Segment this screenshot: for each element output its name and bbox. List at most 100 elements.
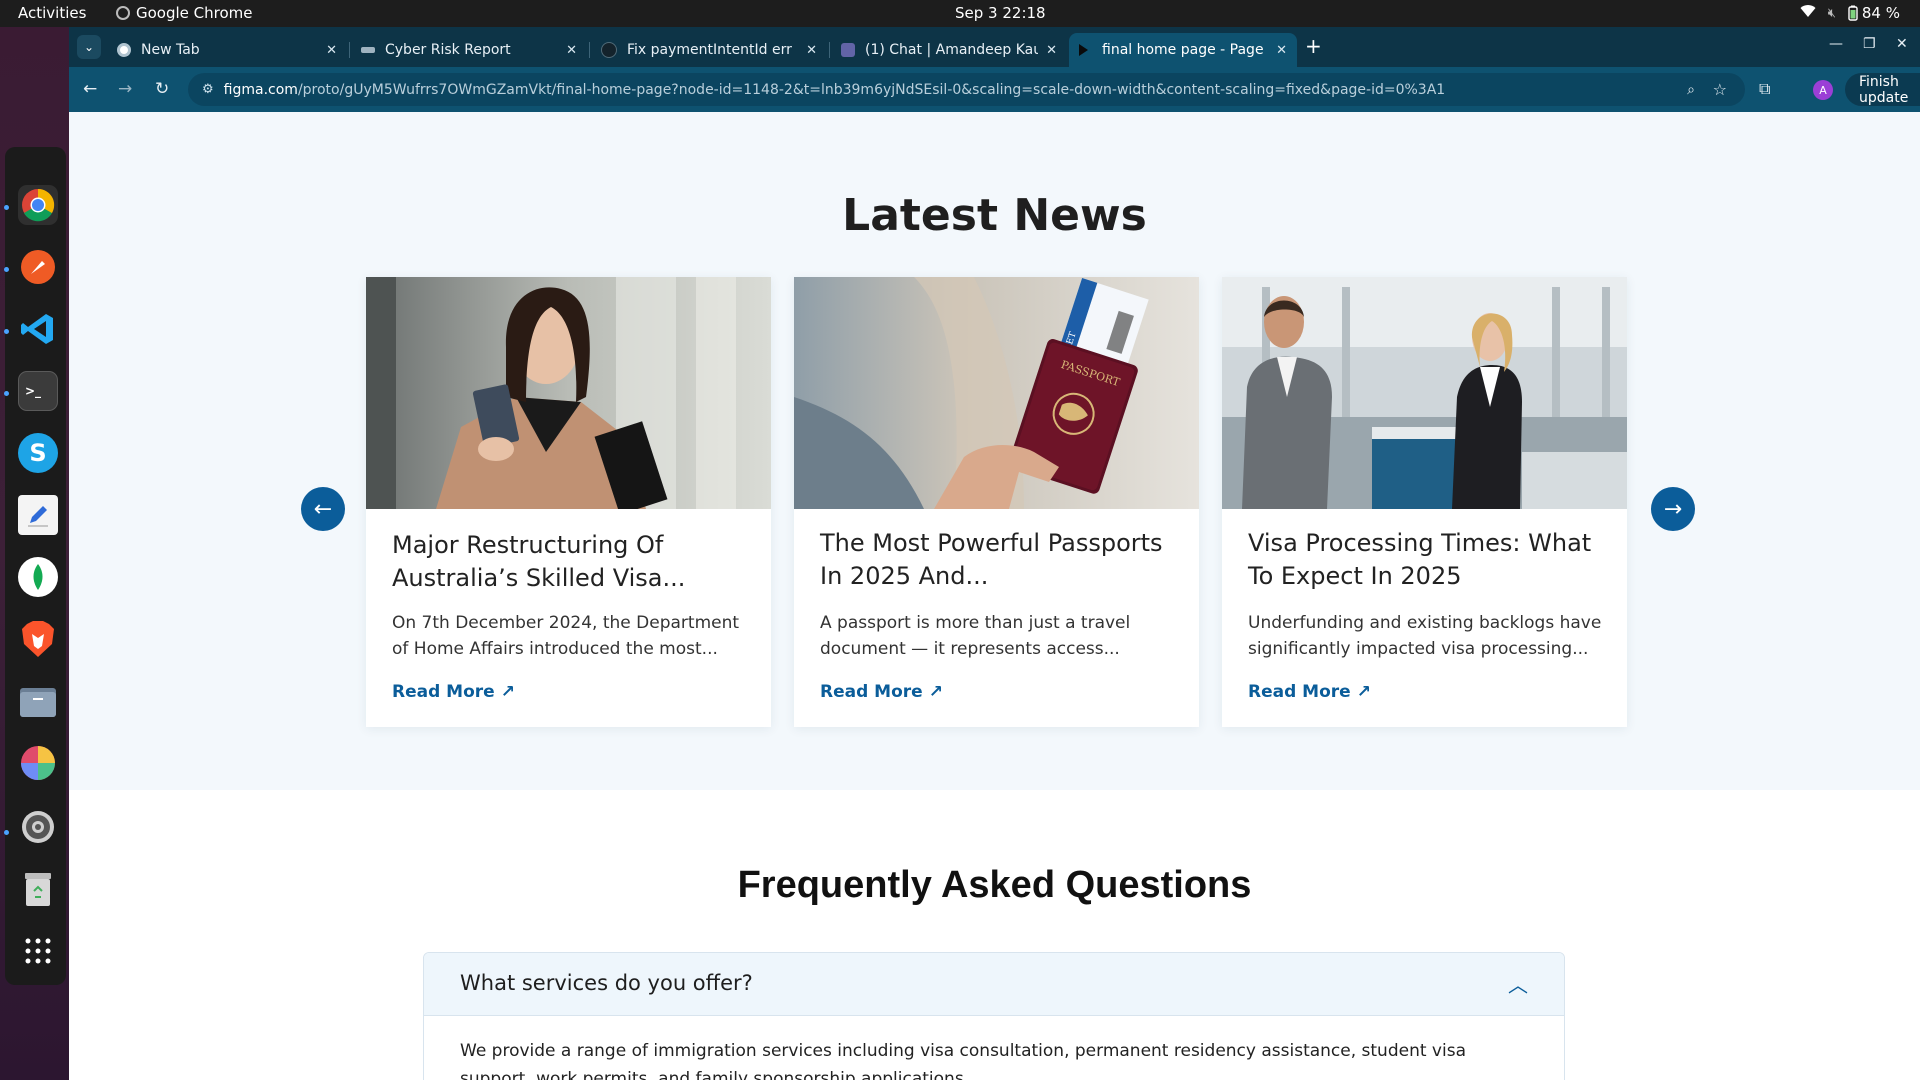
back-arrow-icon[interactable]: ← [83, 79, 97, 99]
read-more-label: Read More [392, 682, 495, 702]
tab-cyber-risk-report[interactable]: Cyber Risk Report ✕ [351, 33, 587, 67]
system-top-bar: Activities Google Chrome Sep 3 22:18 🔇︎ … [0, 0, 1920, 27]
faq-question-toggle[interactable]: What services do you offer? ︿ [424, 953, 1564, 1016]
system-status-area[interactable]: 🔇︎ 84 % [1800, 4, 1900, 22]
url-path: /proto/gUyM5Wufrrs7OWmGZamVkt/final-home… [297, 81, 1446, 98]
volume-muted-icon: 🔇︎ [1827, 5, 1836, 21]
teams-icon [841, 43, 855, 57]
faq-answer: We provide a range of immigration servic… [460, 1041, 1466, 1080]
skype-icon[interactable]: S [18, 433, 58, 473]
chevron-up-icon[interactable]: ︿ [1508, 969, 1528, 998]
latest-news-section: Latest News ← → Major Restructuring Of A… [69, 112, 1920, 790]
arrow-up-right-icon: ↗ [928, 682, 943, 702]
tab-label: (1) Chat | Amandeep Kau [865, 42, 1039, 58]
close-tab-icon[interactable]: ✕ [806, 43, 817, 58]
settings-icon[interactable] [18, 807, 58, 847]
tab-fix-payment-intent[interactable]: Fix paymentIntentId err ✕ [591, 33, 827, 67]
finish-update-button[interactable]: Finish update ⋮ [1845, 73, 1920, 106]
url-host: figma.com [223, 81, 298, 98]
news-image-passport-ticket: TICKET PASSPORT [794, 277, 1199, 509]
read-more-link[interactable]: Read More ↗ [1248, 682, 1371, 702]
read-more-label: Read More [820, 682, 923, 702]
faq-question: What services do you offer? [460, 971, 753, 995]
profile-avatar[interactable]: A [1813, 80, 1833, 100]
battery-percent: 84 % [1861, 4, 1900, 22]
maximize-icon[interactable]: ❐ [1863, 36, 1876, 52]
news-card-excerpt: On 7th December 2024, the Department of … [392, 613, 740, 659]
browser-toolbar: ← → ↻ ⚙ figma.com /proto/gUyM5Wufrrs7OWm… [69, 67, 1920, 112]
battery-indicator: 84 % [1848, 4, 1900, 22]
zoom-icon[interactable]: ⌕ [1687, 82, 1695, 98]
close-tab-icon[interactable]: ✕ [1276, 43, 1287, 58]
tab-separator [829, 42, 830, 58]
reload-icon[interactable]: ↻ [155, 79, 169, 99]
chrome-app-icon [116, 6, 130, 20]
tab-label: Cyber Risk Report [385, 42, 511, 58]
new-tab-button[interactable]: + [1305, 34, 1322, 58]
openai-icon [601, 42, 617, 58]
brave-icon[interactable] [18, 619, 58, 659]
app-grid-icon[interactable] [18, 931, 58, 971]
chrome-icon [117, 43, 131, 57]
arrow-right-icon: → [1663, 496, 1683, 522]
carousel-next-button[interactable]: → [1651, 487, 1695, 531]
extensions-icon[interactable]: ⧉ [1759, 79, 1770, 99]
news-card-excerpt: Underfunding and existing backlogs have … [1248, 613, 1602, 659]
tab-final-home-page[interactable]: final home page - Page 1 ✕ [1069, 33, 1297, 67]
news-card[interactable]: TICKET PASSPORT The Most Powerful Passpo… [794, 277, 1199, 727]
arrow-up-right-icon: ↗ [1356, 682, 1371, 702]
site-settings-icon[interactable]: ⚙ [202, 82, 214, 97]
minimize-icon[interactable]: — [1829, 36, 1843, 52]
news-image-airport-check-in [1222, 277, 1627, 509]
tab-teams-chat[interactable]: (1) Chat | Amandeep Kau ✕ [831, 33, 1067, 67]
arrow-up-right-icon: ↗ [500, 682, 515, 702]
files-icon[interactable] [18, 681, 58, 721]
tab-separator [589, 42, 590, 58]
tab-label: New Tab [141, 42, 200, 58]
chrome-icon[interactable] [18, 185, 58, 225]
tab-label: final home page - Page 1 [1102, 42, 1269, 58]
clock[interactable]: Sep 3 22:18 [955, 4, 1046, 22]
close-tab-icon[interactable]: ✕ [566, 43, 577, 58]
running-indicator [4, 267, 9, 272]
running-indicator [4, 830, 9, 835]
news-card-title[interactable]: Major Restructuring Of Australia’s Skill… [392, 529, 752, 595]
running-indicator [4, 391, 9, 396]
address-bar[interactable]: ⚙ figma.com /proto/gUyM5Wufrrs7OWmGZamVk… [188, 73, 1745, 106]
news-image-woman-with-passport [366, 277, 771, 509]
faq-section-title: Frequently Asked Questions [737, 864, 1252, 906]
activities-button[interactable]: Activities [18, 4, 86, 22]
postman-icon[interactable] [18, 247, 58, 287]
vscode-icon[interactable] [18, 309, 58, 349]
arrow-left-icon: ← [313, 496, 333, 522]
app-name: Google Chrome [136, 4, 253, 22]
close-tab-icon[interactable]: ✕ [1046, 43, 1057, 58]
news-card-title[interactable]: The Most Powerful Passports In 2025 And.… [820, 527, 1180, 593]
close-tab-icon[interactable]: ✕ [326, 43, 337, 58]
news-card[interactable]: Visa Processing Times: What To Expect In… [1222, 277, 1627, 727]
tab-search-button[interactable]: ⌄ [77, 35, 101, 59]
app-menu[interactable]: Google Chrome [116, 4, 253, 22]
news-card[interactable]: Major Restructuring Of Australia’s Skill… [366, 277, 771, 727]
finish-update-label: Finish update [1859, 73, 1909, 106]
bookmark-star-icon[interactable]: ☆ [1713, 80, 1727, 99]
read-more-link[interactable]: Read More ↗ [820, 682, 943, 702]
dock-panel: >_ S [5, 147, 66, 985]
tab-new-tab[interactable]: New Tab ✕ [107, 33, 347, 67]
section-title: Latest News [842, 190, 1147, 241]
terminal-icon[interactable]: >_ [18, 371, 58, 411]
running-indicator [4, 329, 9, 334]
trash-icon[interactable] [18, 869, 58, 909]
read-more-label: Read More [1248, 682, 1351, 702]
tab-separator [349, 42, 350, 58]
tab-strip: ⌄ New Tab ✕ Cyber Risk Report ✕ Fix paym… [69, 27, 1920, 67]
carousel-prev-button[interactable]: ← [301, 487, 345, 531]
close-window-icon[interactable]: ✕ [1896, 36, 1908, 52]
mongodb-compass-icon[interactable] [18, 557, 58, 597]
news-card-title[interactable]: Visa Processing Times: What To Expect In… [1248, 527, 1608, 593]
text-editor-icon[interactable] [18, 495, 58, 535]
forward-arrow-icon[interactable]: → [118, 79, 132, 99]
read-more-link[interactable]: Read More ↗ [392, 682, 515, 702]
tab-label: Fix paymentIntentId err [627, 42, 792, 58]
color-picker-icon[interactable] [18, 743, 58, 783]
